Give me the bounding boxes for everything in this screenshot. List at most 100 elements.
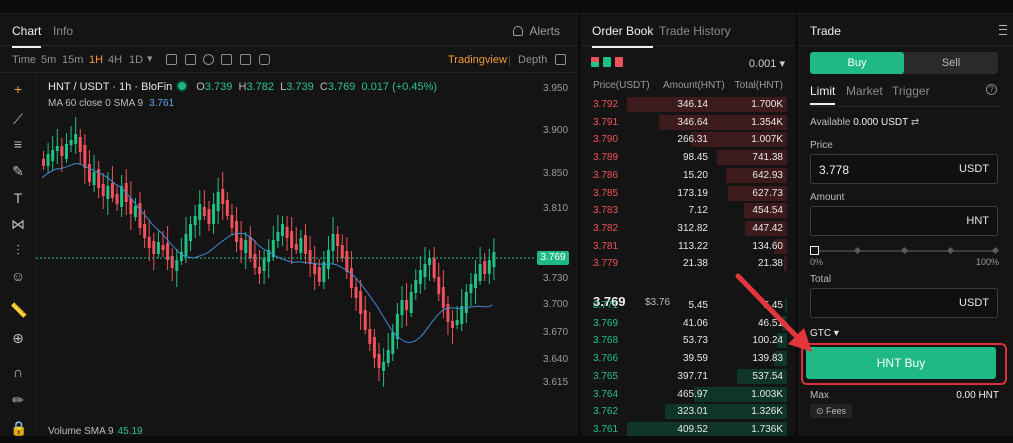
tab-market[interactable]: Market [846,84,883,98]
emoji-icon[interactable]: ☺ [10,268,26,284]
row-price: 3.765 [593,370,619,382]
slider-tick-100[interactable] [991,246,1000,255]
fees-button[interactable]: ⊙ Fees [810,404,852,418]
candle-body [280,224,284,236]
candle-body [147,237,151,248]
ask-row[interactable]: 3.786 15.20 642.93 [581,167,795,184]
ask-row[interactable]: 3.792 346.14 1.700K [581,96,795,113]
candle-body [345,251,349,272]
trendline-icon[interactable]: ⟋ [10,111,26,127]
slider-tick-75[interactable] [946,246,955,255]
row-amount: 7.12 [688,205,708,217]
menu-icon[interactable] [999,25,1007,35]
brush-icon[interactable]: ✎ [10,163,26,179]
row-total: 447.42 [752,222,783,234]
price-chart[interactable] [36,74,578,443]
book-tabs: Order Book Trade History [581,14,795,48]
interval-4h[interactable]: 4H [108,54,122,66]
clock-icon[interactable] [203,54,214,65]
indicator-icon[interactable] [166,54,177,65]
y-tick-label: 3.850 [543,168,569,179]
text-icon[interactable]: T [10,190,26,206]
interval-1h[interactable]: 1H [89,54,103,66]
measure-lines-icon[interactable]: ⫶ [10,242,26,258]
buy-tab[interactable]: Buy [810,52,904,74]
bid-row[interactable]: 3.762 323.01 1.326K [581,403,795,420]
both-sides-icon[interactable] [591,57,599,67]
transfer-icon[interactable]: ⇄ [911,117,919,128]
lock-icon[interactable]: 🔒 [10,420,27,436]
candle-body [221,189,225,204]
tab-chart[interactable]: Chart [12,24,42,48]
compare-icon[interactable] [185,54,196,65]
tab-order-book[interactable]: Order Book [592,24,654,48]
slider-tick-50[interactable] [900,246,909,255]
settings-icon[interactable] [221,54,232,65]
candle-body [359,291,363,314]
tradingview-toggle[interactable]: Tradingview [448,54,507,66]
fullscreen-icon[interactable] [240,54,251,65]
y-tick-label: 3.670 [543,327,569,338]
help-icon[interactable]: ? [986,84,997,95]
pattern-icon[interactable]: ⋈ [10,216,26,232]
price-input[interactable]: 3.778 USDT [810,154,998,184]
ask-row[interactable]: 3.782 312.82 447.42 [581,220,795,237]
ask-row[interactable]: 3.781 113.22 134.60 [581,238,795,255]
interval-5m[interactable]: 5m [41,54,56,66]
sell-tab[interactable]: Sell [904,52,998,74]
interval-1d[interactable]: 1D [129,54,143,66]
row-total: 21.38 [757,258,783,270]
alerts-button[interactable]: Alerts [513,24,560,38]
tab-trigger[interactable]: Trigger [892,84,930,98]
y-tick-label: 3.810 [543,203,569,214]
horizontal-lines-icon[interactable]: ≡ [10,136,26,152]
ask-row[interactable]: 3.791 346.64 1.354K [581,114,795,131]
change-value: 0.017 (+0.45%) [361,81,438,93]
amount-slider[interactable] [810,246,1000,256]
row-price: 3.790 [593,134,619,146]
row-total: 1.736K [751,423,783,435]
ruler-icon[interactable]: 📏 [10,302,27,318]
ask-row[interactable]: 3.783 7.12 454.54 [581,202,795,219]
candle-body [175,260,179,271]
slider-handle[interactable] [810,246,819,255]
order-book-panel: Order Book Trade History 0.001 ▾ Price(U… [581,14,795,443]
hnt-buy-button[interactable]: HNT Buy [806,347,996,379]
bids-only-icon[interactable] [603,57,611,67]
expand-icon[interactable] [555,54,566,65]
asks-only-icon[interactable] [615,57,623,67]
tab-info[interactable]: Info [53,24,73,38]
trade-panel: Trade Buy Sell Limit Market Trigger ? Av… [798,14,1013,443]
slider-tick-25[interactable] [853,246,862,255]
low-value: 3.739 [286,81,314,93]
available-value: 0.000 USDT [853,117,909,128]
ask-row[interactable]: 3.785 173.19 627.73 [581,185,795,202]
row-total: 627.73 [752,187,783,199]
ma-value: 3.761 [149,98,175,109]
bid-row[interactable]: 3.765 397.71 537.54 [581,368,795,385]
chevron-down-icon[interactable]: ▾ [147,52,153,65]
magnet-icon[interactable]: ∩ [10,364,26,380]
candle-body [474,274,478,288]
interval-15m[interactable]: 15m [62,54,83,66]
tab-trade-history[interactable]: Trade History [659,24,731,38]
lock-drawing-icon[interactable]: ✏ [10,392,26,408]
amount-input[interactable]: HNT [810,206,998,236]
camera-icon[interactable] [259,54,270,65]
tab-limit[interactable]: Limit [810,84,836,105]
ask-row[interactable]: 3.789 98.45 741.38 [581,149,795,166]
depth-toggle[interactable]: Depth [518,54,547,66]
zoom-in-icon[interactable]: ⊕ [10,330,26,346]
bid-row[interactable]: 3.764 465.97 1.003K [581,386,795,403]
ask-row[interactable]: 3.790 266.31 1.007K [581,131,795,148]
candle-body [405,300,409,310]
candle-body [216,192,220,211]
candle-body [92,172,96,185]
precision-select[interactable]: 0.001 ▾ [749,57,785,70]
candle-body [198,204,202,220]
candle-body [313,263,317,274]
crosshair-icon[interactable]: + [10,81,26,97]
candle-body [354,287,358,298]
total-input[interactable]: USDT [810,288,998,318]
book-view-selector[interactable] [591,57,623,69]
